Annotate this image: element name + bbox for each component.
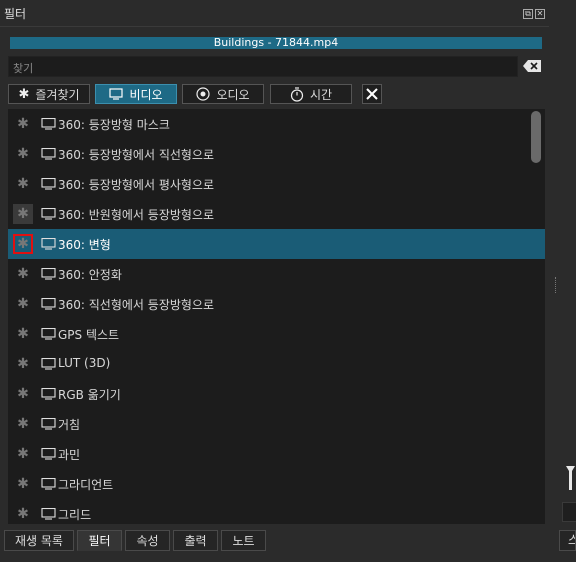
tab-time[interactable]: 시간 <box>270 84 352 104</box>
stopwatch-icon <box>290 86 304 102</box>
monitor-icon <box>41 478 56 490</box>
panel-title: 필터 <box>4 7 27 21</box>
close-filter-list-button[interactable] <box>362 84 382 104</box>
tab-label: 시간 <box>309 87 333 102</box>
tab-audio[interactable]: 오디오 <box>182 84 264 104</box>
favorite-star-icon[interactable]: ✱ <box>13 384 33 404</box>
filter-row[interactable]: ✱ 360: 직선형에서 등장방형으로 <box>8 289 545 319</box>
filter-label: 360: 등장방형에서 직선형으로 <box>58 148 215 162</box>
tab-label: 비디오 <box>129 87 163 102</box>
playhead-icon[interactable] <box>565 464 576 492</box>
filter-row[interactable]: ✱ LUT (3D) <box>8 349 545 379</box>
adjacent-panel-box <box>562 502 576 522</box>
filter-label: RGB 옮기기 <box>58 388 121 402</box>
filter-label: GPS 텍스트 <box>58 328 120 342</box>
filter-label: LUT (3D) <box>58 356 111 370</box>
vertical-scrollbar[interactable] <box>530 109 542 524</box>
filter-label: 과민 <box>58 448 81 462</box>
monitor-icon <box>41 118 56 130</box>
favorite-star-icon[interactable]: ✱ <box>13 204 33 224</box>
monitor-icon <box>41 328 56 340</box>
favorite-star-icon[interactable]: ✱ <box>13 414 33 434</box>
monitor-icon <box>41 298 56 310</box>
monitor-icon <box>41 508 56 520</box>
filter-label: 그리드 <box>58 508 92 522</box>
tab-label: 오디오 <box>216 87 250 102</box>
bottom-tab-bar: 재생 목록 필터 속성 출력 노트 <box>0 530 576 562</box>
tab-notes[interactable]: 노트 <box>221 530 266 551</box>
filter-label: 그라디언트 <box>58 478 114 492</box>
monitor-icon <box>41 238 56 250</box>
favorite-star-icon[interactable]: ✱ <box>13 504 33 524</box>
current-file-label: Buildings - 71844.mp4 <box>10 37 542 49</box>
filter-label: 360: 변형 <box>58 238 111 252</box>
filter-row[interactable]: ✱ 360: 등장방형에서 직선형으로 <box>8 139 545 169</box>
monitor-icon <box>41 148 56 160</box>
filter-row[interactable]: ✱ 거침 <box>8 409 545 439</box>
favorite-star-icon[interactable]: ✱ <box>13 354 33 374</box>
filter-label: 360: 등장방형에서 평사형으로 <box>58 178 215 192</box>
tab-favorites[interactable]: ✱ 즐겨찾기 <box>8 84 90 104</box>
filter-list: ✱ 360: 등장방형 마스크 ✱ 360: 등장방형에서 직선형으로 ✱ 360: 등장… <box>8 109 545 524</box>
tab-partial[interactable]: 스 <box>559 530 576 551</box>
float-icon[interactable]: ⧉ <box>523 9 533 19</box>
filter-label: 360: 안정화 <box>58 268 122 282</box>
favorite-star-icon[interactable]: ✱ <box>13 474 33 494</box>
close-icon[interactable]: ✕ <box>535 9 545 19</box>
favorite-star-icon[interactable]: ✱ <box>13 234 33 254</box>
filter-row[interactable]: ✱ 그라디언트 <box>8 469 545 499</box>
filter-row[interactable]: ✱ RGB 옮기기 <box>8 379 545 409</box>
x-icon <box>366 88 378 100</box>
monitor-icon <box>41 268 56 280</box>
filter-row[interactable]: ✱ 과민 <box>8 439 545 469</box>
filter-label: 360: 등장방형 마스크 <box>58 118 170 132</box>
tab-filters[interactable]: 필터 <box>77 530 122 551</box>
favorite-star-icon[interactable]: ✱ <box>13 444 33 464</box>
panel-titlebar: 필터 ⧉ ✕ <box>0 0 576 27</box>
search-input[interactable]: 찾기 <box>8 56 518 77</box>
splitter-handle[interactable] <box>555 277 558 293</box>
filter-row[interactable]: ✱ 360: 안정화 <box>8 259 545 289</box>
window-buttons: ⧉ ✕ <box>523 9 545 19</box>
adjacent-panel <box>549 26 576 536</box>
monitor-icon <box>41 178 56 190</box>
filter-row[interactable]: ✱ 360: 변형 <box>8 229 545 259</box>
monitor-icon <box>41 358 56 370</box>
monitor-icon <box>109 88 124 100</box>
scrollbar-thumb[interactable] <box>531 111 541 163</box>
favorite-star-icon[interactable]: ✱ <box>13 264 33 284</box>
tab-video[interactable]: 비디오 <box>95 84 177 104</box>
filter-row[interactable]: ✱ 360: 등장방형 마스크 <box>8 109 545 139</box>
monitor-icon <box>41 448 56 460</box>
star-icon: ✱ <box>18 86 30 102</box>
filter-label: 360: 직선형에서 등장방형으로 <box>58 298 215 312</box>
filter-label: 360: 반원형에서 등장방형으로 <box>58 208 215 222</box>
favorite-star-icon[interactable]: ✱ <box>13 174 33 194</box>
tab-label: 즐겨찾기 <box>35 87 80 102</box>
filter-row[interactable]: ✱ 360: 등장방형에서 평사형으로 <box>8 169 545 199</box>
favorite-star-icon[interactable]: ✱ <box>13 294 33 314</box>
monitor-icon <box>41 388 56 400</box>
favorite-star-icon[interactable]: ✱ <box>13 144 33 164</box>
monitor-icon <box>41 418 56 430</box>
filter-label: 거침 <box>58 418 81 432</box>
speaker-icon <box>196 87 211 101</box>
filter-row[interactable]: ✱ GPS 텍스트 <box>8 319 545 349</box>
tab-export[interactable]: 출력 <box>173 530 218 551</box>
tab-playlist[interactable]: 재생 목록 <box>4 530 74 551</box>
favorite-star-icon[interactable]: ✱ <box>13 114 33 134</box>
filter-row[interactable]: ✱ 그리드 <box>8 499 545 524</box>
filter-row[interactable]: ✱ 360: 반원형에서 등장방형으로 <box>8 199 545 229</box>
monitor-icon <box>41 208 56 220</box>
tab-properties[interactable]: 속성 <box>125 530 170 551</box>
clear-search-icon[interactable] <box>523 60 541 72</box>
favorite-star-icon[interactable]: ✱ <box>13 324 33 344</box>
